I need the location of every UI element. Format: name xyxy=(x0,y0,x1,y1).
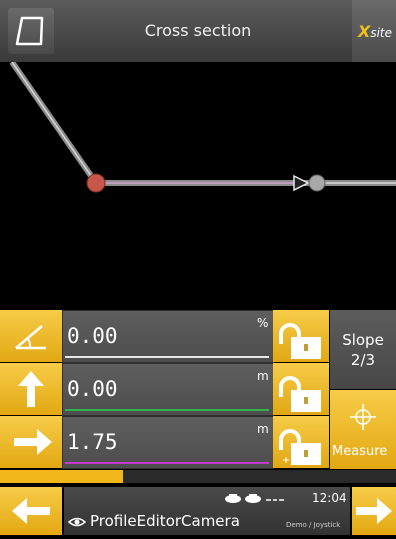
brand-rest: site xyxy=(370,26,393,40)
clock-time: 12:04 xyxy=(312,491,347,505)
xsite-logo: Xsite xyxy=(358,22,392,41)
profile-drawing xyxy=(9,60,396,193)
unlocked-padlock-icon xyxy=(279,323,321,359)
end-point-marker[interactable] xyxy=(308,174,326,192)
angle-icon xyxy=(15,325,46,350)
eye-icon xyxy=(68,517,86,527)
distance-unit: m xyxy=(257,422,269,436)
direction-arrow-icon xyxy=(293,174,310,192)
camera-label: ProfileEditorCamera xyxy=(90,512,240,530)
distance-lock-button[interactable] xyxy=(273,416,329,468)
slope-label-line1: Slope xyxy=(342,331,384,349)
distance-icon-button[interactable] xyxy=(0,416,62,468)
back-button[interactable] xyxy=(0,487,62,535)
brand-x: X xyxy=(358,22,371,41)
height-lock-button[interactable] xyxy=(273,363,329,415)
connection-status-icons xyxy=(225,494,284,503)
height-underline xyxy=(65,409,269,411)
profile-line xyxy=(9,60,396,186)
arrow-left-icon xyxy=(12,498,50,524)
slope-mode-button[interactable]: Slope 2/3 xyxy=(330,310,396,389)
forward-button[interactable] xyxy=(352,487,396,535)
unlocked-padlock-icon xyxy=(279,429,321,465)
height-value: 0.00 xyxy=(67,377,118,401)
page-title: Cross section xyxy=(144,21,252,40)
slope-value: 0.00 xyxy=(67,324,118,348)
measure-label: Measure xyxy=(332,444,388,459)
status-panel: 12:04 ProfileEditorCamera Demo / Joystic… xyxy=(64,487,350,535)
height-icon-button[interactable] xyxy=(0,363,62,415)
arrow-up-icon xyxy=(18,371,44,407)
unlocked-padlock-icon xyxy=(279,376,321,412)
height-value-field[interactable]: 0.00 m xyxy=(62,363,274,416)
measure-button[interactable]: Measure xyxy=(330,390,396,469)
progress-fill xyxy=(0,470,123,483)
slope-underline xyxy=(65,356,269,358)
slope-percent-icon-button[interactable] xyxy=(0,310,62,362)
arrow-right-icon xyxy=(356,498,392,524)
distance-value: 1.75 xyxy=(67,430,118,454)
start-point-marker[interactable] xyxy=(86,173,106,193)
crosshair-icon xyxy=(350,404,376,430)
slope-lock-button[interactable] xyxy=(273,310,329,362)
slope-unit: % xyxy=(257,316,269,330)
mode-label: Demo / Joystick xyxy=(286,521,341,529)
gnss-icon xyxy=(225,494,241,503)
distance-value-field[interactable]: 1.75 m xyxy=(62,416,274,469)
distance-underline xyxy=(65,462,269,464)
slope-value-field[interactable]: 0.00 % xyxy=(62,310,274,363)
arrow-right-icon xyxy=(14,429,52,455)
slope-label-line2: 2/3 xyxy=(350,351,376,369)
height-unit: m xyxy=(257,369,269,383)
rover-icon xyxy=(245,494,261,503)
cross-section-canvas[interactable] xyxy=(0,60,396,310)
